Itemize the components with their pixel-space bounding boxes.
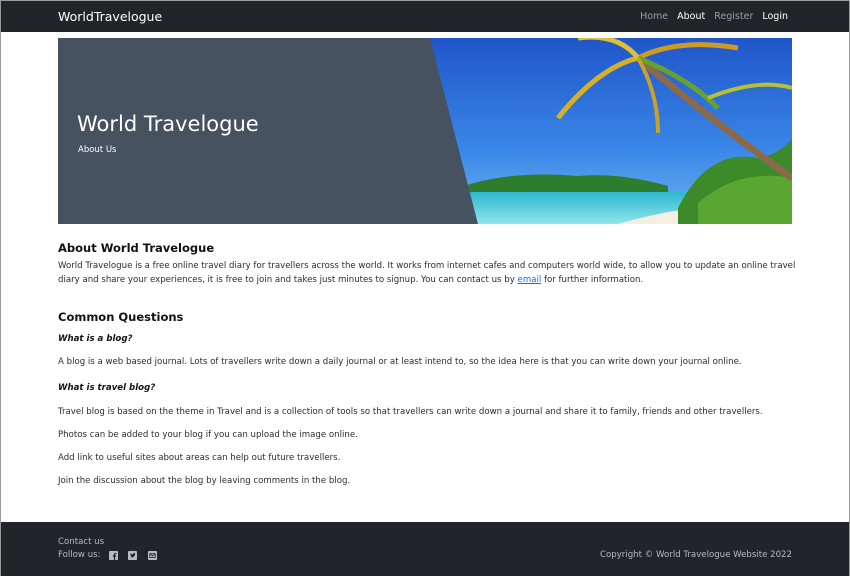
nav-home[interactable]: Home [640,11,668,22]
answer-travel-blog-2: Photos can be added to your blog if you … [58,430,358,440]
email-link[interactable]: email [518,275,542,285]
about-text-end: for further information. [541,275,644,285]
footer: Contact us Follow us: Copyright © World … [1,522,849,576]
answer-travel-blog-4: Join the discussion about the blog by le… [58,476,351,486]
nav-about[interactable]: About [677,11,705,22]
hero-banner: World Travelogue About Us [58,38,792,224]
brand-link[interactable]: WorldTravelogue [58,9,162,24]
nav-links: Home About Register Login [631,11,788,22]
about-paragraph: World Travelogue is a free online travel… [58,259,798,287]
nav-register[interactable]: Register [714,11,753,22]
about-heading: About World Travelogue [58,241,215,255]
contact-us-link[interactable]: Contact us [58,537,104,547]
hero-subtitle: About Us [78,145,117,155]
main-content: About World Travelogue World Travelogue … [58,241,798,486]
nav-login[interactable]: Login [762,11,788,22]
question-what-is-blog: What is a blog? [58,334,133,344]
question-what-is-travel-blog: What is travel blog? [58,383,156,393]
facebook-icon[interactable] [109,551,118,560]
answer-travel-blog-1: Travel blog is based on the theme in Tra… [58,407,763,417]
copyright-text: Copyright © World Travelogue Website 202… [600,550,792,560]
answer-what-is-blog: A blog is a web based journal. Lots of t… [58,357,742,367]
follow-us-label: Follow us: [58,550,101,560]
twitter-icon[interactable] [128,551,137,560]
common-questions-heading: Common Questions [58,310,184,324]
email-icon[interactable] [148,551,157,560]
answer-travel-blog-3: Add link to useful sites about areas can… [58,453,341,463]
navbar: WorldTravelogue Home About Register Logi… [1,1,849,32]
hero-title: World Travelogue [77,112,259,136]
about-text-start: World Travelogue is a free online travel… [58,261,796,285]
